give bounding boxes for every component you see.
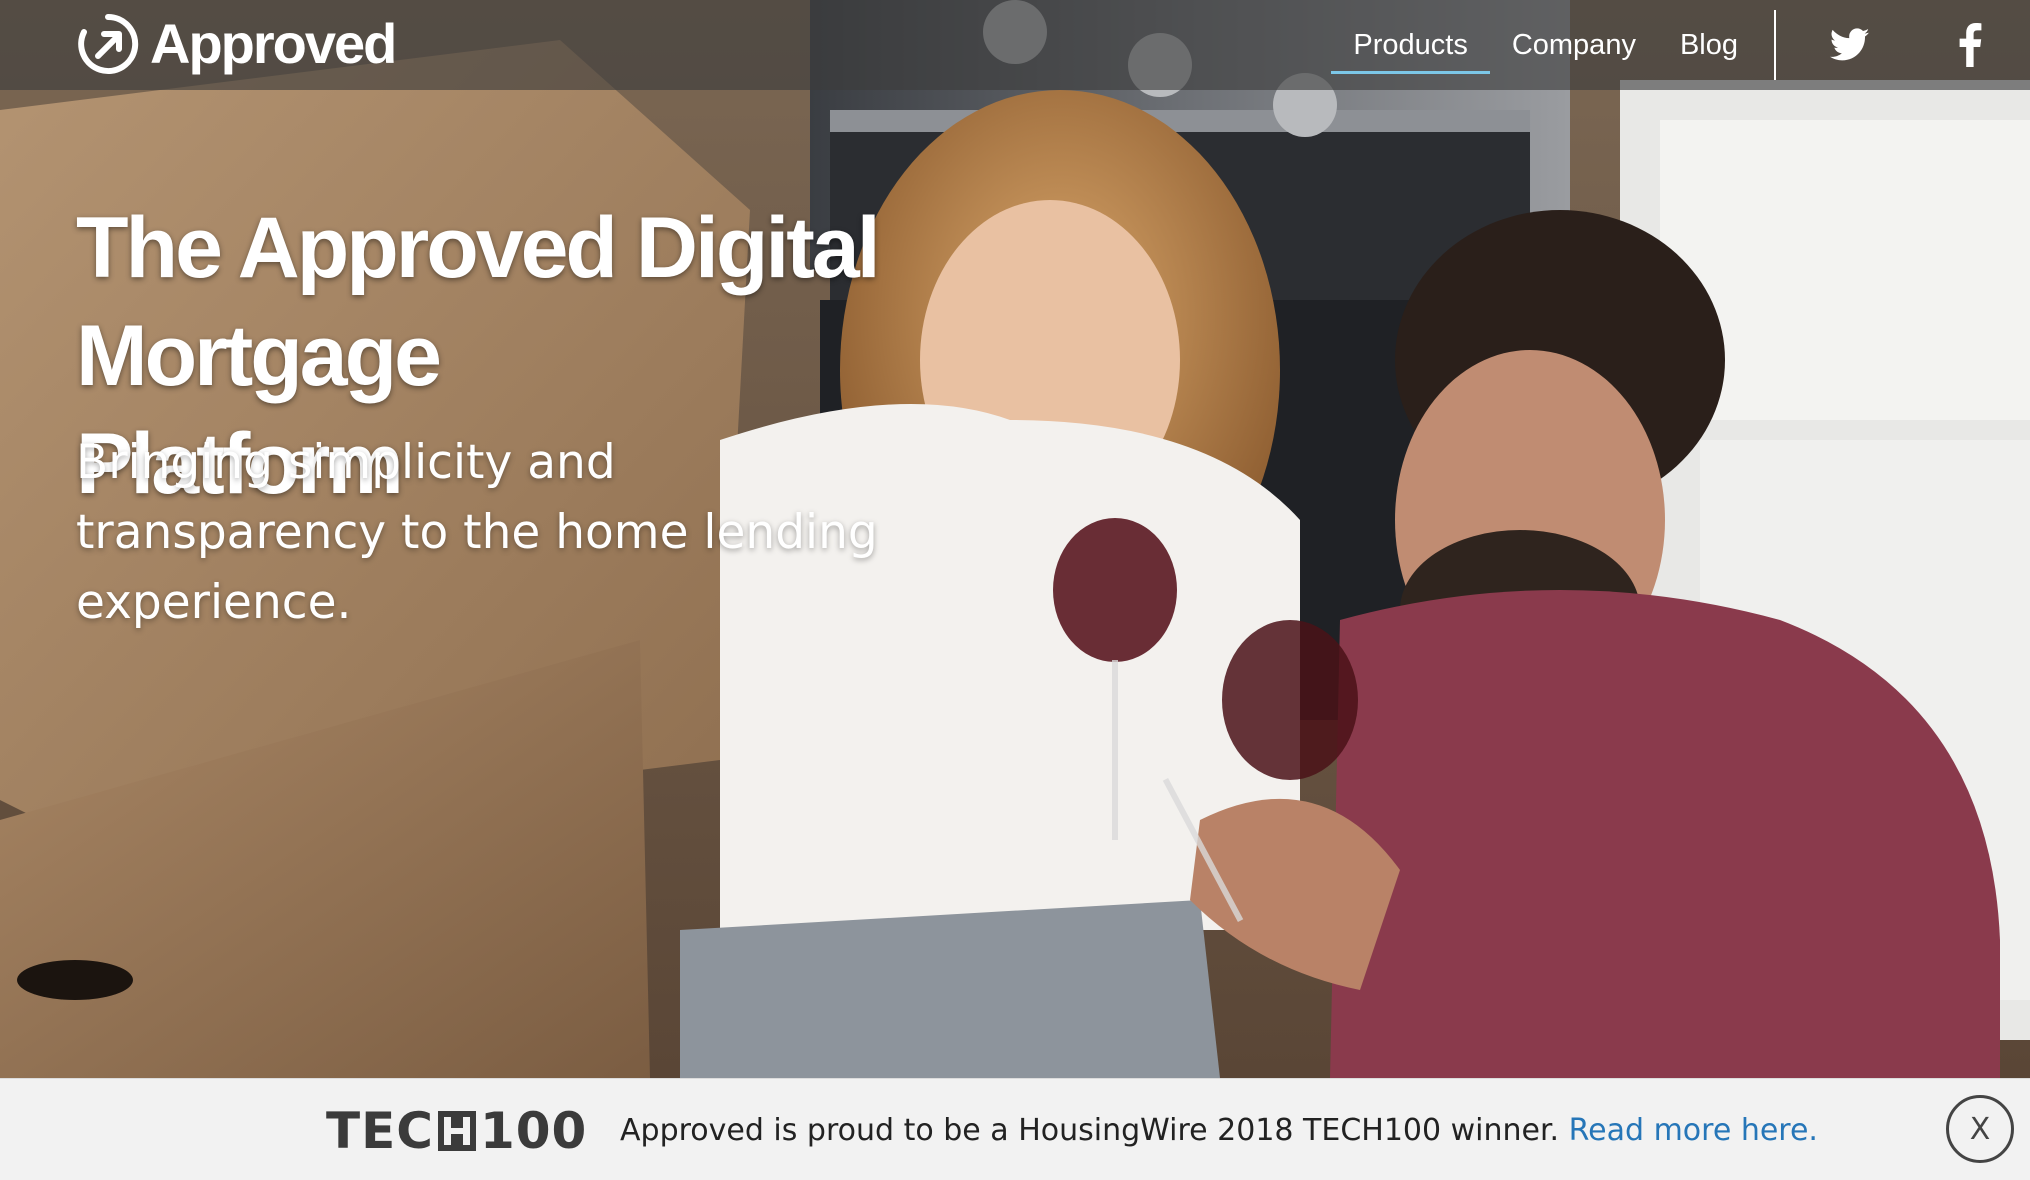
nav-divider [1774, 10, 1776, 80]
top-navigation-bar: Approved Products Company Blog [0, 0, 2030, 90]
banner-message: Approved is proud to be a HousingWire 20… [620, 1113, 1560, 1148]
banner-message-container: Approved is proud to be a HousingWire 20… [620, 1109, 1818, 1153]
hero-headline-line-1: The Approved Digital Mortgage [76, 200, 881, 404]
tech100-logo-left: TEC [326, 1102, 434, 1160]
nav-item-products[interactable]: Products [1331, 0, 1491, 90]
main-nav: Products Company Blog [1331, 0, 2030, 90]
nav-item-label: Blog [1679, 28, 1738, 61]
nav-item-label: Products [1353, 28, 1468, 61]
close-banner-button[interactable]: X [1946, 1095, 2014, 1163]
read-more-link[interactable]: Read more here. [1569, 1113, 1818, 1148]
tech100-logo-right: 100 [479, 1102, 588, 1160]
twitter-icon [1830, 28, 1870, 61]
hero-subheadline-line-3: experience. [76, 575, 352, 630]
facebook-link[interactable] [1910, 0, 2030, 90]
nav-item-label: Company [1511, 28, 1636, 61]
tech100-logo: TEC 100 [326, 1103, 587, 1159]
approved-circle-arrow-icon [78, 13, 139, 74]
housingwire-h-badge-icon [437, 1111, 476, 1151]
facebook-icon [1959, 23, 1982, 67]
nav-item-company[interactable]: Company [1490, 0, 1658, 90]
hero-subheadline-line-1: Bringing simplicity and [76, 435, 616, 490]
brand-name: Approved [150, 12, 397, 75]
nav-item-blog[interactable]: Blog [1658, 0, 1760, 90]
hero-subheadline: Bringing simplicity and transparency to … [76, 428, 896, 638]
brand-logo[interactable]: Approved [76, 8, 397, 80]
page: Approved Products Company Blog The Appro… [0, 0, 2030, 1180]
hero-subheadline-line-2: transparency to the home lending [76, 505, 878, 560]
announcement-banner: TEC 100 Approved is proud to be a Housin… [0, 1078, 2030, 1180]
twitter-link[interactable] [1790, 0, 1910, 90]
